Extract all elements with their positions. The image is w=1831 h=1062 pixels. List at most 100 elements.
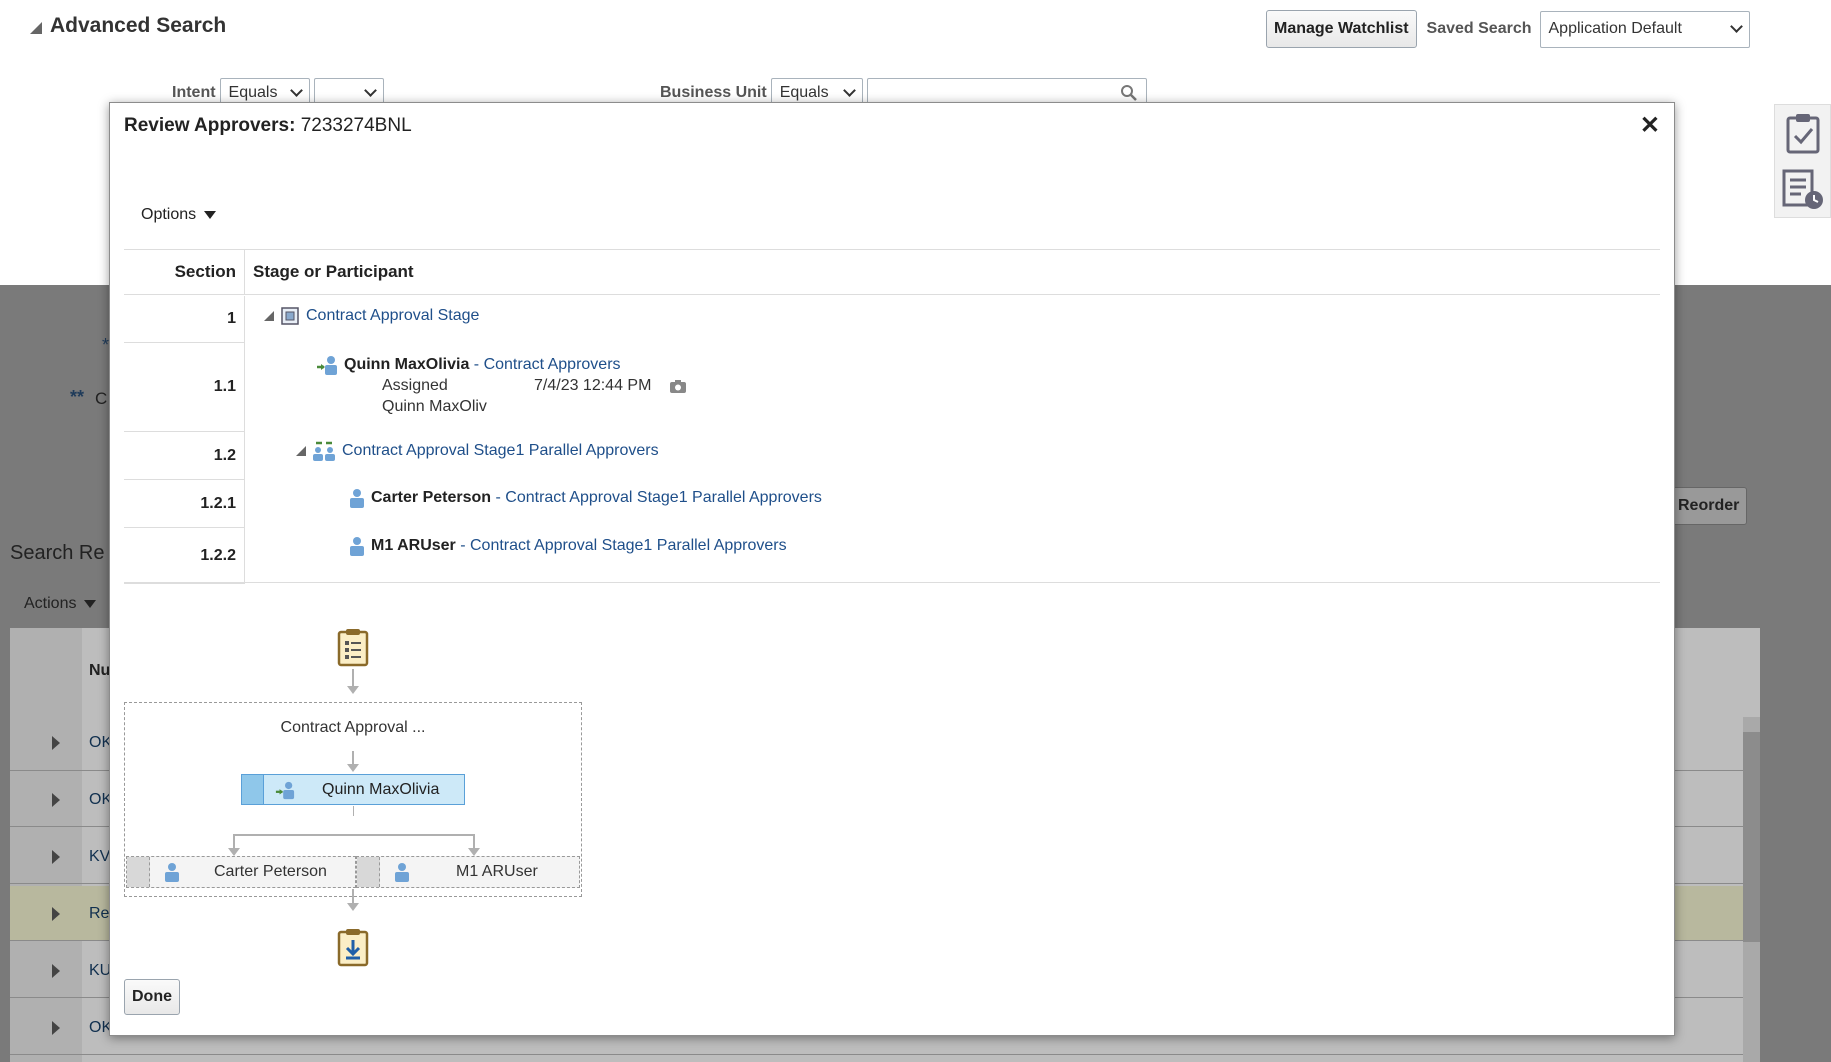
flow-arrow	[468, 848, 480, 856]
separator: -	[491, 489, 506, 506]
advanced-search-header[interactable]: Advanced Search	[30, 14, 226, 38]
close-icon[interactable]: ✕	[1640, 111, 1660, 140]
participant-group-link[interactable]: Contract Approvers	[484, 356, 621, 374]
section-cell: 1.1	[124, 343, 245, 432]
business-unit-label: Business Unit	[660, 84, 767, 101]
row-link[interactable]: KU	[89, 962, 111, 980]
dialog-title-value: 7233274BNL	[300, 115, 412, 136]
assignee-name: Quinn MaxOliv	[382, 398, 487, 415]
page: Advanced Search Manage Watchlist Saved S…	[0, 0, 1831, 1062]
expand-row-icon[interactable]	[52, 1021, 60, 1035]
chevron-down-icon	[363, 84, 377, 97]
stage-icon	[281, 307, 299, 325]
section-cell: 1.2	[124, 432, 245, 480]
start-clipboard-icon	[337, 629, 369, 667]
flow-connector	[353, 806, 354, 816]
assigned-participant-icon	[317, 356, 337, 375]
dialog-title: Review Approvers: 7233274BNL	[124, 115, 412, 137]
flow-arrow	[347, 903, 359, 911]
document-clock-icon	[1782, 169, 1823, 209]
user-icon	[350, 537, 364, 556]
dialog-title-label: Review Approvers:	[124, 115, 296, 136]
search-icon[interactable]	[1120, 84, 1138, 102]
saved-search-label: Saved Search	[1426, 20, 1532, 37]
flow-node-right[interactable]: M1 ARUser	[356, 856, 580, 888]
review-approvers-dialog: Review Approvers: 7233274BNL ✕ Options S…	[109, 102, 1675, 1036]
expand-row-icon[interactable]	[52, 964, 60, 978]
assigned-participant-icon	[275, 781, 295, 799]
end-clipboard-icon	[337, 929, 369, 967]
expand-row-icon[interactable]	[52, 736, 60, 750]
clipboard-check-icon	[1786, 114, 1819, 154]
assignment-date: 7/4/23 12:44 PM	[534, 377, 652, 394]
collapse-triangle-icon[interactable]	[264, 311, 274, 321]
table-row: Quinn MaxOlivia - Contract Approvers	[316, 354, 621, 376]
parallel-group-icon	[313, 441, 335, 461]
flow-node-left[interactable]: Carter Peterson	[126, 856, 356, 888]
separator: -	[469, 356, 484, 373]
approvers-table: Section Stage or Participant 1 1.1 1.2 1…	[124, 249, 1660, 584]
column-header: Nu	[89, 662, 111, 679]
required-marker: *	[102, 335, 110, 355]
table-header: Section Stage or Participant	[124, 250, 1660, 295]
done-button[interactable]: Done	[124, 979, 180, 1015]
participant-group-link[interactable]: Contract Approval Stage1 Parallel Approv…	[470, 537, 787, 555]
participant-name: M1 ARUser	[371, 537, 456, 554]
recent-items-button[interactable]	[1774, 161, 1831, 217]
options-menu[interactable]: Options	[141, 206, 217, 224]
flow-connector	[352, 669, 354, 686]
flow-node-main[interactable]: Quinn MaxOlivia	[241, 774, 465, 805]
scrollbar[interactable]	[1743, 717, 1760, 1062]
flow-arrow	[228, 848, 240, 856]
saved-search-value: Application Default	[1548, 20, 1682, 37]
participant-group-link[interactable]: Contract Approval Stage1 Parallel Approv…	[505, 489, 822, 507]
column-header-section[interactable]: Section	[124, 250, 245, 295]
assignment-status: Assigned	[382, 377, 448, 394]
expand-row-icon[interactable]	[52, 907, 60, 921]
node-stripe	[242, 775, 264, 804]
node-label: Carter Peterson	[214, 863, 327, 880]
intent-operator-value: Equals	[228, 84, 278, 101]
table-row: Contract Approval Stage	[264, 306, 479, 326]
node-stripe	[127, 857, 150, 887]
row-link[interactable]: Re	[89, 905, 109, 923]
flow-arrow	[347, 764, 359, 772]
saved-search-select[interactable]: Application Default	[1539, 10, 1750, 48]
expand-row-icon[interactable]	[52, 850, 60, 864]
user-icon	[350, 489, 364, 508]
flow-connector	[352, 889, 354, 903]
actions-label: Actions	[24, 595, 77, 612]
participant-name: Carter Peterson	[371, 489, 492, 506]
stage-link[interactable]: Contract Approval Stage	[306, 307, 479, 325]
expand-row-icon[interactable]	[52, 793, 60, 807]
search-results-heading: Search Re	[10, 542, 105, 564]
column-header-stage[interactable]: Stage or Participant	[253, 262, 414, 282]
row-link[interactable]: KV	[89, 848, 110, 866]
user-icon	[165, 863, 179, 882]
stage-label: Contract Approval ...	[280, 719, 426, 736]
reorder-button[interactable]: Reorder	[1670, 487, 1748, 525]
intent-label: Intent	[172, 84, 216, 101]
camera-icon[interactable]	[669, 379, 687, 394]
business-unit-operator-value: Equals	[779, 84, 829, 101]
section-cell: 1.2.2	[124, 528, 245, 584]
chevron-down-icon	[1729, 20, 1743, 33]
collapse-triangle-icon[interactable]	[30, 22, 42, 34]
section-cell: 1	[124, 296, 245, 343]
chevron-down-icon	[842, 84, 856, 97]
tasks-button[interactable]	[1774, 105, 1831, 161]
section-cell: 1.2.1	[124, 480, 245, 528]
user-icon	[395, 863, 409, 882]
table-row: Contract Approval Stage1 Parallel Approv…	[296, 440, 659, 462]
chevron-down-icon	[289, 84, 303, 97]
required-marker: **	[70, 387, 85, 407]
table-row: Carter Peterson - Contract Approval Stag…	[349, 488, 822, 508]
manage-watchlist-button[interactable]: Manage Watchlist	[1266, 10, 1417, 48]
stage-link[interactable]: Contract Approval Stage1 Parallel Approv…	[342, 442, 659, 460]
actions-menu[interactable]: Actions	[24, 595, 97, 613]
flow-arrow	[347, 686, 359, 694]
collapse-triangle-icon[interactable]	[296, 446, 306, 456]
flow-connector	[233, 834, 475, 836]
table-row: M1 ARUser - Contract Approval Stage1 Par…	[349, 536, 787, 556]
scrollbar-thumb[interactable]	[1743, 732, 1760, 942]
